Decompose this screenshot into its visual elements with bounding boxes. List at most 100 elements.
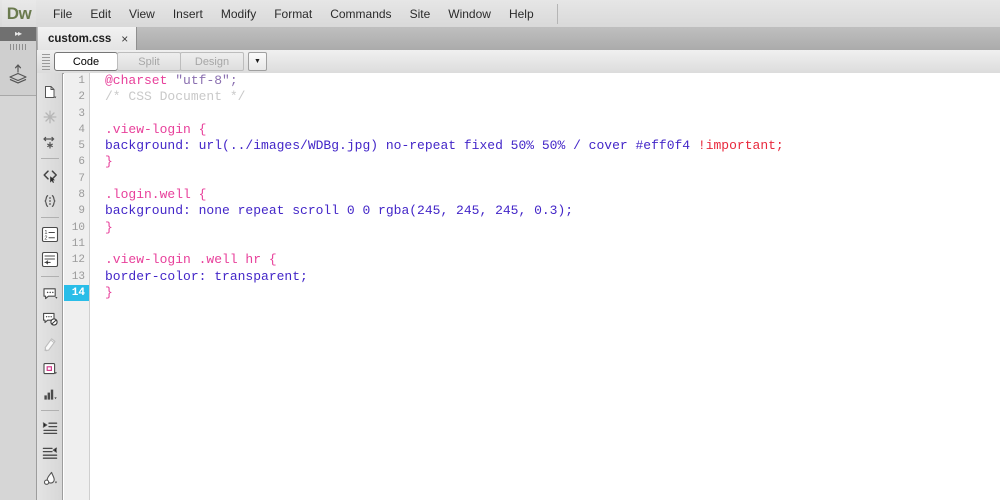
app-logo: Dw: [2, 0, 36, 27]
code-line[interactable]: 8 .login.well {: [64, 187, 1000, 203]
code-line[interactable]: 7: [64, 171, 1000, 187]
code-line[interactable]: 6}: [64, 154, 1000, 170]
split-view-button[interactable]: Split: [117, 52, 181, 71]
code-line[interactable]: 1 @charset "utf-8";: [64, 73, 1000, 89]
code-text: /* CSS Document */: [105, 89, 245, 105]
line-number: 10: [71, 221, 85, 234]
code-line[interactable]: 11: [64, 236, 1000, 252]
highlight-invalid-code-button[interactable]: [37, 331, 63, 356]
code-line[interactable]: 10}: [64, 220, 1000, 236]
panel-expand-button[interactable]: ▸▸: [0, 27, 36, 41]
code-view-button[interactable]: Code: [54, 52, 118, 71]
design-view-button[interactable]: Design: [180, 52, 244, 71]
line-number: 11: [71, 237, 85, 250]
code-line[interactable]: 4 .view-login {: [64, 122, 1000, 138]
recent-snippets-button[interactable]: [37, 381, 63, 406]
menu-item-file[interactable]: File: [44, 3, 81, 25]
code-token: .view-login .well hr {: [105, 252, 277, 268]
code-text: .view-login .well hr {: [105, 252, 277, 268]
code-line[interactable]: 3: [64, 106, 1000, 122]
code-token: /* CSS Document */: [105, 89, 246, 105]
code-token: }: [105, 219, 113, 235]
menu-item-format[interactable]: Format: [265, 3, 321, 25]
close-icon[interactable]: ×: [121, 33, 128, 45]
code-text: border-color: transparent;: [105, 269, 308, 285]
code-line[interactable]: 13 border-color: transparent;: [64, 269, 1000, 285]
line-number: 1: [78, 75, 85, 87]
menu-item-insert[interactable]: Insert: [164, 3, 212, 25]
outdent-code-button[interactable]: [37, 440, 63, 465]
code-text: }: [105, 285, 113, 301]
code-text: background: url(../images/WDBg.jpg) no-r…: [105, 138, 784, 154]
remove-comment-button[interactable]: [37, 306, 63, 331]
tab-label: custom.css: [48, 32, 112, 45]
menu-item-modify[interactable]: Modify: [212, 3, 265, 25]
left-panel-body: [0, 96, 36, 500]
menu-item-window[interactable]: Window: [439, 3, 500, 25]
code-line[interactable]: 2 /* CSS Document */: [64, 89, 1000, 105]
panel-grip[interactable]: [0, 41, 36, 53]
menu-bar: Dw File Edit View Insert Modify Format C…: [0, 0, 1000, 28]
code-token: border-color: transparent;: [105, 268, 308, 284]
code-line[interactable]: 9 background: none repeat scroll 0 0 rgba…: [64, 203, 1000, 219]
code-navigation-icon: [43, 169, 57, 183]
line-number: 14: [64, 284, 89, 302]
outdent-code-icon: [42, 447, 58, 459]
dreamweaver-window: Dw File Edit View Insert Modify Format C…: [0, 0, 1000, 500]
code-editor[interactable]: 1 @charset "utf-8"; 2 /* CSS Document */ 3 4.…: [64, 73, 1000, 500]
code-token: .login.well {: [105, 187, 207, 203]
indent-code-button[interactable]: [37, 415, 63, 440]
syntax-error-alerts-button[interactable]: [37, 356, 63, 381]
line-numbers-icon: 1 2: [41, 226, 59, 243]
file-management-icon: [43, 110, 57, 123]
chevron-down-icon[interactable]: ▼: [248, 52, 267, 71]
apply-comment-button[interactable]: [37, 281, 63, 306]
view-toolbar: Code Split Design ▼: [37, 50, 1000, 74]
line-number: 3: [78, 107, 85, 120]
menu-divider: [556, 3, 558, 24]
code-text: }: [105, 154, 113, 170]
code-token: @charset: [105, 73, 168, 88]
toolbar-divider: [40, 410, 59, 411]
menu-item-edit[interactable]: Edit: [81, 3, 120, 25]
code-token: .view-login {: [105, 121, 207, 137]
menu-item-help[interactable]: Help: [500, 3, 543, 25]
toolbar-divider: [40, 217, 59, 218]
line-numbers-button[interactable]: 1 2: [37, 222, 63, 247]
open-documents-button[interactable]: [37, 79, 63, 104]
coding-toolbar: 1 2: [37, 73, 63, 500]
line-number: 7: [78, 172, 85, 185]
code-content[interactable]: 1 @charset "utf-8"; 2 /* CSS Document */ 3 4.…: [64, 73, 1000, 302]
menu-item-view[interactable]: View: [120, 3, 164, 25]
code-line[interactable]: 5 background: url(../images/WDBg.jpg) no-…: [64, 138, 1000, 154]
insert-panel-button[interactable]: [0, 53, 36, 96]
toolbar-grip[interactable]: [42, 53, 50, 70]
code-token: }: [105, 154, 113, 170]
menu-item-site[interactable]: Site: [401, 3, 440, 25]
line-number: 8: [78, 189, 85, 202]
line-number: 12: [71, 254, 85, 267]
format-source-code-button[interactable]: [37, 465, 63, 490]
format-source-code-icon: [43, 471, 57, 485]
code-text: .view-login {: [105, 122, 206, 138]
code-token: "utf-8";: [175, 73, 238, 88]
line-number: 9: [78, 205, 85, 218]
code-text: background: none repeat scroll 0 0 rgba(…: [105, 203, 573, 219]
word-wrap-icon: [41, 251, 59, 268]
preview-browser-button[interactable]: [37, 129, 63, 154]
code-navigation-button[interactable]: [37, 163, 63, 188]
file-management-button[interactable]: [37, 104, 63, 129]
double-chevron-right-icon: ▸▸: [14, 29, 22, 38]
menu-item-commands[interactable]: Commands: [321, 3, 400, 25]
highlight-invalid-code-icon: [44, 337, 56, 351]
collapse-full-tag-button[interactable]: [37, 188, 63, 213]
code-text: .login.well {: [105, 187, 206, 203]
word-wrap-button[interactable]: [37, 247, 63, 272]
open-documents-icon: [45, 85, 57, 98]
document-tab-custom-css[interactable]: custom.css ×: [38, 27, 138, 50]
code-line[interactable]: 12 .view-login .well hr {: [64, 252, 1000, 268]
line-number: 6: [78, 156, 85, 169]
line-number: 5: [78, 140, 85, 153]
code-line[interactable]: 14}: [64, 284, 1000, 302]
recent-snippets-icon: [43, 389, 57, 400]
